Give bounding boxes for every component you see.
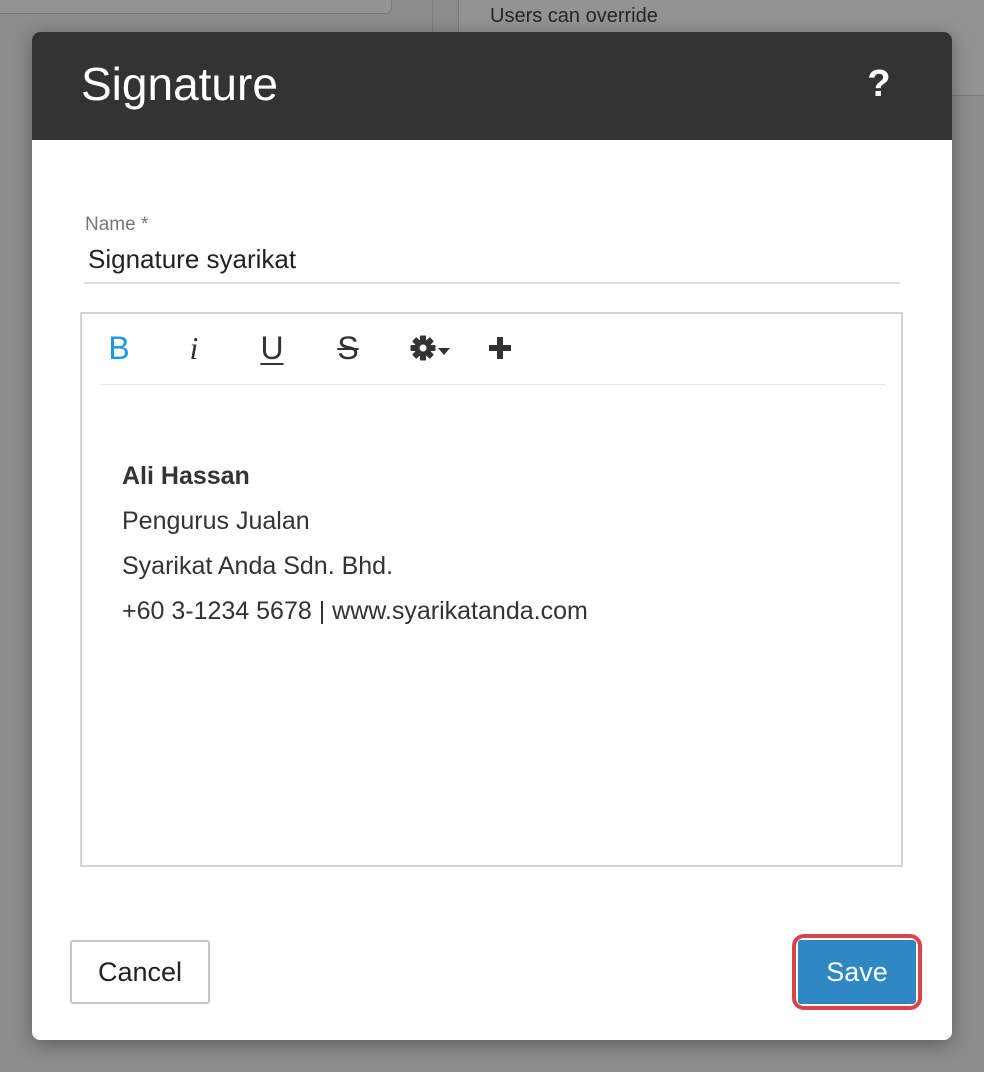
- name-label: Name *: [85, 214, 149, 235]
- signature-line-company: Syarikat Anda Sdn. Bhd.: [122, 552, 394, 580]
- editor-content[interactable]: Ali Hassan Pengurus Jualan Syarikat Anda…: [122, 454, 862, 634]
- strikethrough-button[interactable]: S: [333, 328, 363, 368]
- signature-line-title: Pengurus Jualan: [122, 507, 310, 535]
- cancel-button[interactable]: Cancel: [70, 940, 210, 1004]
- help-button[interactable]: ?: [864, 62, 894, 106]
- bold-button[interactable]: B: [106, 328, 132, 368]
- save-button[interactable]: Save: [798, 940, 916, 1004]
- italic-button[interactable]: i: [184, 328, 204, 368]
- signature-editor[interactable]: B i U S Ali Hassan Pengurus Jualan Syari…: [80, 312, 903, 867]
- name-input[interactable]: [84, 236, 900, 284]
- editor-toolbar: B i U S: [100, 314, 886, 385]
- settings-dropdown-button[interactable]: [410, 328, 456, 368]
- signature-line-contact: +60 3-1234 5678 | www.syarikatanda.com: [122, 597, 588, 625]
- dialog-title: Signature: [81, 58, 278, 110]
- signature-dialog: Signature ? Name * B i U S: [32, 32, 952, 1040]
- chevron-down-icon: [438, 348, 450, 355]
- background-override-text: Users can override: [490, 5, 658, 27]
- dialog-header: Signature ?: [32, 32, 952, 140]
- insert-button[interactable]: [485, 328, 515, 368]
- gear-icon: [410, 335, 450, 361]
- signature-line-name: Ali Hassan: [122, 462, 250, 490]
- underline-button[interactable]: U: [258, 328, 286, 368]
- plus-icon: [489, 337, 511, 359]
- background-field: [0, 0, 392, 14]
